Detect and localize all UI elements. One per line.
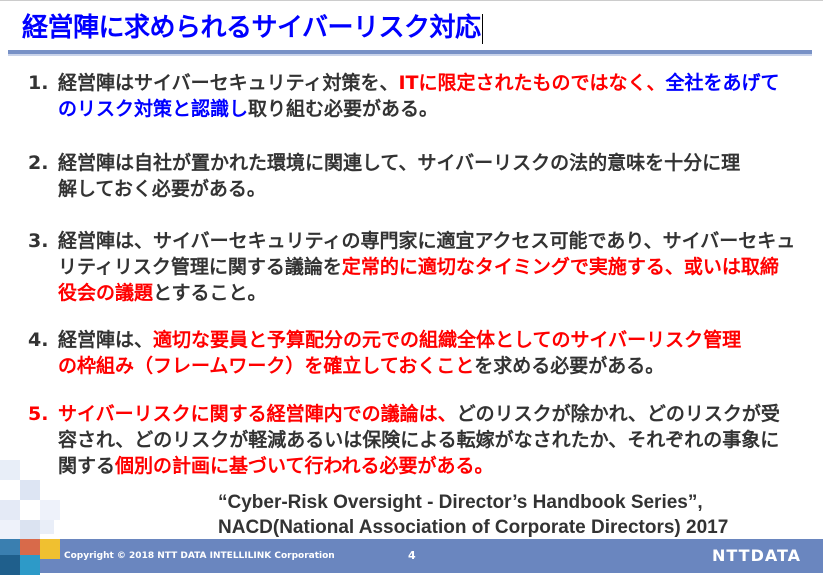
item-line: リティリスク管理に関する議論を定常的に適切なタイミングで実施する、或いは取締 <box>58 254 795 280</box>
text-cursor <box>482 13 484 44</box>
text-segment-red: 適切な要員と予算配分の元での組織全体としてのサイバーリスク管理 <box>153 329 742 351</box>
text-segment-red: ITに限定されたものではなく、 <box>398 72 666 94</box>
item-number: 2. <box>28 152 49 174</box>
title-divider <box>8 50 812 56</box>
item-line: サイバーリスクに関する経営陣内での議論は、どのリスクが除かれ、どのリスクが受 <box>58 401 780 427</box>
item-line: 関する個別の計画に基づいて行われる必要がある。 <box>58 453 780 479</box>
citation-line-1: “Cyber-Risk Oversight - Director’s Handb… <box>218 492 703 513</box>
text-segment-red: 個別の計画に基づいて行われる必要がある。 <box>115 455 494 477</box>
decorative-square <box>20 480 40 500</box>
slide-title-text: 経営陣に求められるサイバーリスク対応 <box>22 13 481 43</box>
text-segment-red: サイバーリスクに関する経営陣内での議論は、 <box>58 403 457 425</box>
text-segment-normal: リティリスク管理に関する議論を <box>58 256 342 278</box>
text-segment-red: 役会の議題 <box>58 282 154 304</box>
item-line: 容され、どのリスクが軽減あるいは保険による転嫁がなされたか、それぞれの事象に <box>58 427 780 453</box>
item-line: の枠組み（フレームワーク）を確立しておくことを求める必要がある。 <box>58 353 741 379</box>
text-segment-normal: 容され、どのリスクが軽減あるいは保険による転嫁がなされたか、それぞれの事象に <box>58 429 780 451</box>
text-segment-blue: のリスク対策と認識し <box>58 98 249 120</box>
item-number: 4. <box>28 329 49 351</box>
item-line: 役会の議題とすること。 <box>58 280 795 306</box>
slide-title[interactable]: 経営陣に求められるサイバーリスク対応 <box>22 7 484 44</box>
list-item: 1. 経営陣はサイバーセキュリティ対策を、ITに限定されたものではなく、全社をあげ… <box>28 70 780 122</box>
item-line: 解しておく必要がある。 <box>58 176 740 202</box>
decorative-square <box>40 520 54 534</box>
footer-bar: Copyright © 2018 NTT DATA INTELLILINK Co… <box>0 539 823 573</box>
decorative-square <box>0 500 20 520</box>
text-segment-normal: 経営陣はサイバーセキュリティ対策を、 <box>58 72 399 94</box>
list-item: 4. 経営陣は、適切な要員と予算配分の元での組織全体としてのサイバーリスク管理 の枠… <box>28 327 741 379</box>
item-line: 経営陣は、適切な要員と予算配分の元での組織全体としてのサイバーリスク管理 <box>58 327 741 353</box>
ntt-data-logo: NTTDATA <box>712 546 802 565</box>
item-number: 1. <box>28 72 49 94</box>
text-segment-normal: 解しておく必要がある。 <box>58 178 266 200</box>
list-item: 3. 経営陣は、サイバーセキュリティの専門家に適宜アクセス可能であり、サイバーセキ… <box>28 228 795 306</box>
decorative-square <box>40 500 60 520</box>
item-number: 5. <box>28 403 49 425</box>
text-segment-normal: 経営陣は、サイバーセキュリティの専門家に適宜アクセス可能であり、サイバーセキュ <box>58 230 796 252</box>
decorative-square <box>20 520 40 540</box>
citation: “Cyber-Risk Oversight - Director’s Handb… <box>218 490 728 540</box>
decorative-square <box>0 460 20 480</box>
item-number: 3. <box>28 230 49 252</box>
text-segment-normal: を求める必要がある。 <box>474 355 665 377</box>
text-segment-normal: 関する <box>58 455 116 477</box>
citation-line-2: NACD(National Association of Corporate D… <box>218 517 729 538</box>
window-top-border <box>0 0 823 1</box>
decorative-square <box>40 539 60 559</box>
decorative-square <box>20 555 40 575</box>
text-segment-normal: とすること。 <box>153 282 267 304</box>
text-segment-normal: 取り組む必要がある。 <box>248 98 439 120</box>
text-segment-normal: 経営陣は、 <box>58 329 154 351</box>
item-line: 経営陣はサイバーセキュリティ対策を、ITに限定されたものではなく、全社をあげて <box>58 70 780 96</box>
decorative-square <box>0 555 20 575</box>
list-item: 2. 経営陣は自社が置かれた環境に関連して、サイバーリスクの法的意味を十分に理 解し… <box>28 150 740 202</box>
text-segment-normal: 経営陣は自社が置かれた環境に関連して、サイバーリスクの法的意味を十分に理 <box>58 152 741 174</box>
text-segment-red: の枠組み（フレームワーク）を確立しておくこと <box>58 355 475 377</box>
list-item: 5. サイバーリスクに関する経営陣内での議論は、どのリスクが除かれ、どのリスクが受… <box>28 401 780 479</box>
text-segment-normal: どのリスクが除かれ、どのリスクが受 <box>456 403 780 425</box>
copyright-text: Copyright © 2018 NTT DATA INTELLILINK Co… <box>64 551 335 561</box>
text-segment-red: 定常的に適切なタイミングで実施する、或いは取締 <box>341 256 779 278</box>
page-number: 4 <box>408 549 416 562</box>
item-line: のリスク対策と認識し取り組む必要がある。 <box>58 96 780 122</box>
decorative-square <box>0 520 20 540</box>
item-line: 経営陣は自社が置かれた環境に関連して、サイバーリスクの法的意味を十分に理 <box>58 150 740 176</box>
text-segment-blue: 全社をあげて <box>665 72 780 94</box>
item-line: 経営陣は、サイバーセキュリティの専門家に適宜アクセス可能であり、サイバーセキュ <box>58 228 795 254</box>
